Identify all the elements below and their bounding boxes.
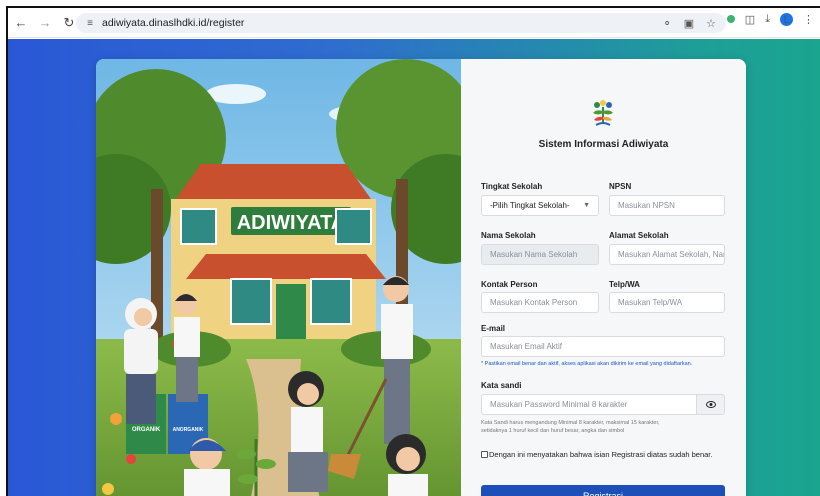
profile-avatar[interactable]: L — [780, 13, 793, 26]
tingkat-label: Tingkat Sekolah — [481, 182, 543, 191]
email-hint: * Pastikan email benar dan aktif, akses … — [481, 361, 693, 367]
email-label: E-mail — [481, 324, 506, 333]
password-input[interactable]: Masukan Password Minimal 8 karakter — [481, 394, 697, 415]
adiwiyata-sign-text: ADIWIYATA — [237, 212, 346, 234]
telp-label: Telp/WA — [609, 280, 640, 289]
chevron-down-icon: ▼ — [583, 202, 590, 209]
student-girl-hijab — [124, 298, 158, 424]
register-button[interactable]: Registrasi — [481, 485, 725, 496]
extensions-puzzle-icon[interactable]: ◫ — [745, 13, 755, 26]
app-title: Sistem Informasi Adiwiyata — [538, 139, 669, 150]
register-form-pane: Sistem Informasi Adiwiyata Tingkat Sekol… — [461, 59, 746, 496]
show-password-button[interactable] — [697, 394, 725, 415]
alamat-sekolah-input[interactable]: Masukan Alamat Sekolah, Nama Jalan — [609, 244, 725, 265]
eye-icon — [705, 401, 716, 408]
tingkat-select-value: -Pilih Tingkat Sekolah- — [490, 201, 570, 210]
extension-dot-icon[interactable] — [726, 14, 735, 26]
url-text[interactable]: adiwiyata.dinaslhdki.id/register — [102, 17, 244, 29]
site-info-icon[interactable]: ≡ — [80, 18, 100, 29]
bin-anorganic-label: ANORGANIK — [173, 427, 204, 433]
agree-checkbox[interactable] — [481, 451, 488, 458]
agree-label: Dengan ini menyatakan bahwa isian Regist… — [489, 450, 713, 459]
password-label: Kata sandi — [481, 381, 522, 390]
school-illustration: ADIWIYATA ORGANIK ANORGANIK — [96, 59, 461, 496]
address-bar[interactable]: ≡ adiwiyata.dinaslhdki.id/register ⚬ ▣ ☆ — [76, 13, 726, 33]
forward-icon[interactable]: → — [34, 12, 56, 34]
bookmark-star-icon[interactable]: ☆ — [706, 17, 716, 30]
nama-sekolah-label: Nama Sekolah — [481, 231, 536, 240]
telp-input[interactable]: Masukan Telp/WA — [609, 292, 725, 313]
password-key-icon[interactable]: ⚬ — [663, 17, 672, 30]
menu-kebab-icon[interactable]: ⋮ — [803, 13, 814, 26]
kontak-person-input[interactable]: Masukan Kontak Person — [481, 292, 599, 313]
password-hint-line-1: Kata Sandi harus mengandung Minimal 8 ka… — [481, 420, 660, 426]
email-input[interactable]: Masukan Email Aktif — [481, 336, 725, 357]
kontak-person-label: Kontak Person — [481, 280, 538, 289]
tingkat-select[interactable]: -Pilih Tingkat Sekolah- ▼ — [481, 195, 599, 216]
browser-window: ← → ↻ ≡ adiwiyata.dinaslhdki.id/register… — [6, 6, 820, 496]
student-girl-center — [288, 371, 328, 492]
page-background: ADIWIYATA ORGANIK ANORGANIK Sistem Infor… — [8, 39, 820, 496]
back-icon[interactable]: ← — [10, 12, 32, 34]
nama-sekolah-input[interactable]: Masukan Nama Sekolah — [481, 244, 599, 265]
password-hint-line-2: setidaknya 1 huruf kecil dan huruf besar… — [481, 428, 625, 434]
npsn-input[interactable]: Masukan NPSN — [609, 195, 725, 216]
alamat-sekolah-label: Alamat Sekolah — [609, 231, 669, 240]
browser-toolbar: ← → ↻ ≡ adiwiyata.dinaslhdki.id/register… — [8, 8, 820, 38]
register-card: ADIWIYATA ORGANIK ANORGANIK Sistem Infor… — [96, 59, 746, 496]
download-icon[interactable]: ⤓ — [765, 13, 770, 26]
npsn-label: NPSN — [609, 182, 632, 191]
adiwiyata-logo-icon — [593, 100, 613, 126]
student-girl-right — [386, 434, 428, 496]
bin-organic-label: ORGANIK — [132, 427, 161, 433]
translate-icon[interactable]: ▣ — [684, 17, 694, 30]
